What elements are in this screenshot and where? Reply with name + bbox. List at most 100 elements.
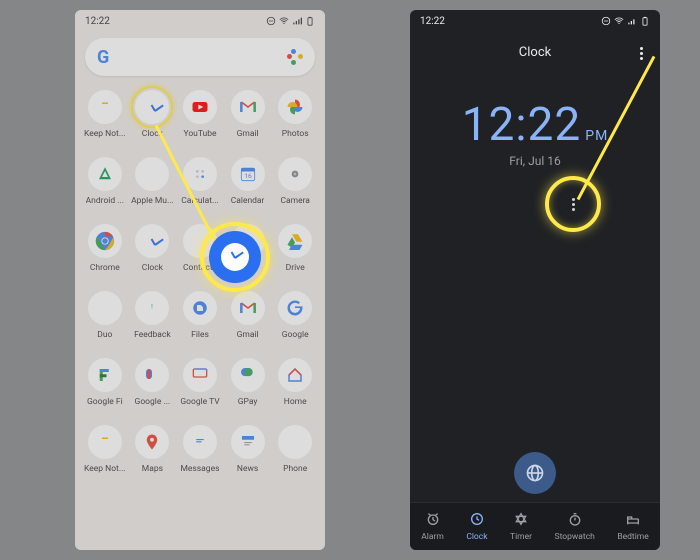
app-label: Files: [191, 330, 209, 340]
app-google-tv[interactable]: Google TV: [176, 358, 224, 407]
google-tv-icon: [183, 358, 217, 392]
app-label: Clock: [142, 129, 163, 139]
camera-icon: [278, 157, 312, 191]
alarm-icon: [425, 511, 441, 530]
google-logo-icon: G: [97, 47, 109, 68]
gmail-icon: [231, 90, 265, 124]
status-icons: [266, 16, 315, 26]
clock-icon: [135, 90, 169, 124]
time-ampm: PM: [585, 128, 608, 144]
app-label: Phone: [283, 464, 307, 474]
app-label: Keep Not...: [84, 129, 126, 139]
app-keep[interactable]: Keep Not...: [81, 90, 129, 139]
phone-clock-app: 12:22 Clock 12:22 PM Fri, Jul 16 Alarm Cl…: [410, 10, 660, 550]
assistant-icon[interactable]: [287, 49, 303, 65]
status-bar: 12:22: [410, 10, 660, 32]
app-phone[interactable]: Phone: [271, 425, 319, 474]
app-messages[interactable]: Messages: [176, 425, 224, 474]
app-clock[interactable]: Clock: [129, 90, 177, 139]
more-vert-icon: [640, 47, 643, 60]
app-apple-music[interactable]: Apple Mu...: [129, 157, 177, 206]
signal-icon: [292, 16, 302, 26]
globe-icon: [525, 463, 545, 483]
app-gmail[interactable]: Gmail: [224, 90, 272, 139]
app-drive[interactable]: Drive: [271, 224, 319, 273]
dnd-icon: [601, 16, 611, 26]
svg-text:16: 16: [244, 172, 252, 180]
app-files[interactable]: Files: [176, 291, 224, 340]
app-label: Keep Not...: [84, 464, 126, 474]
battery-icon: [640, 16, 650, 26]
app-label: GPay: [238, 397, 258, 407]
app-label: Google: [282, 330, 309, 340]
app-label: Messages: [180, 464, 219, 474]
app-google-one[interactable]: Google ...: [129, 358, 177, 407]
app-label: News: [237, 464, 258, 474]
add-world-clock-fab[interactable]: [514, 452, 556, 494]
phone-app-drawer: 12:22 G Keep Not...ClockYouTubeGmailPhot…: [75, 10, 325, 550]
phone-icon: [278, 425, 312, 459]
app-gpay[interactable]: GPay: [224, 358, 272, 407]
tab-stopwatch[interactable]: Stopwatch: [555, 511, 595, 542]
google-icon: [278, 291, 312, 325]
tab-bedtime[interactable]: Bedtime: [617, 511, 648, 542]
app-label: YouTube: [183, 129, 216, 139]
wifi-icon: [279, 16, 289, 26]
timer-icon: [513, 511, 529, 530]
tab-label: Stopwatch: [555, 532, 595, 542]
tab-clock[interactable]: Clock: [466, 511, 487, 542]
signal-icon: [627, 16, 637, 26]
tab-label: Alarm: [421, 532, 444, 542]
tab-label: Clock: [466, 532, 487, 542]
app-label: Photos: [282, 129, 309, 139]
app-grid: Keep Not... Clock YouTube Gmail Photos Androi…: [75, 86, 325, 474]
news-icon: [231, 425, 265, 459]
app-maps[interactable]: Maps: [129, 425, 177, 474]
gpay-icon: [231, 358, 265, 392]
app-label: Apple Mu...: [131, 196, 174, 206]
app-label: Home: [284, 397, 307, 407]
photos-icon: [278, 90, 312, 124]
wifi-icon: [614, 16, 624, 26]
app-label: Calendar: [231, 196, 265, 206]
app-label: Contacts: [183, 263, 217, 273]
app-docs[interactable]: Docs: [224, 224, 272, 273]
overflow-menu-button[interactable]: [630, 42, 652, 64]
search-bar[interactable]: G: [85, 38, 315, 76]
status-icons: [601, 16, 650, 26]
app-chrome[interactable]: Chrome: [81, 224, 129, 273]
stopwatch-icon: [567, 511, 583, 530]
app-gmail2[interactable]: Gmail: [224, 291, 272, 340]
files-icon: [183, 291, 217, 325]
android-auto-icon: [88, 157, 122, 191]
app-google-fi[interactable]: Google Fi: [81, 358, 129, 407]
feedback-icon: !: [135, 291, 169, 325]
app-label: Drive: [286, 263, 305, 273]
tab-alarm[interactable]: Alarm: [421, 511, 444, 542]
tab-timer[interactable]: Timer: [510, 511, 532, 542]
app-calendar[interactable]: 16 Calendar: [224, 157, 272, 206]
app-calculator[interactable]: Calculat...: [176, 157, 224, 206]
app-photos[interactable]: Photos: [271, 90, 319, 139]
app-label: Chrome: [90, 263, 120, 273]
app-android-auto[interactable]: Android ...: [81, 157, 129, 206]
duo-icon: [88, 291, 122, 325]
app-label: Calculat...: [181, 196, 219, 206]
bottom-tab-bar: Alarm Clock Timer Stopwatch Bedtime: [410, 502, 660, 550]
app-home[interactable]: Home: [271, 358, 319, 407]
app-news[interactable]: News: [224, 425, 272, 474]
time-display: 12:22 PM Fri, Jul 16: [410, 98, 660, 168]
app-clock2[interactable]: Clock: [129, 224, 177, 273]
app-label: Duo: [97, 330, 112, 340]
app-label: Google TV: [180, 397, 219, 407]
app-camera[interactable]: Camera: [271, 157, 319, 206]
bedtime-icon: [625, 511, 641, 530]
app-keep2[interactable]: Keep Not...: [81, 425, 129, 474]
app-google[interactable]: Google: [271, 291, 319, 340]
calendar-icon: 16: [231, 157, 265, 191]
app-youtube[interactable]: YouTube: [176, 90, 224, 139]
app-feedback[interactable]: !Feedback: [129, 291, 177, 340]
app-contacts[interactable]: Contacts: [176, 224, 224, 273]
app-duo[interactable]: Duo: [81, 291, 129, 340]
dnd-icon: [266, 16, 276, 26]
